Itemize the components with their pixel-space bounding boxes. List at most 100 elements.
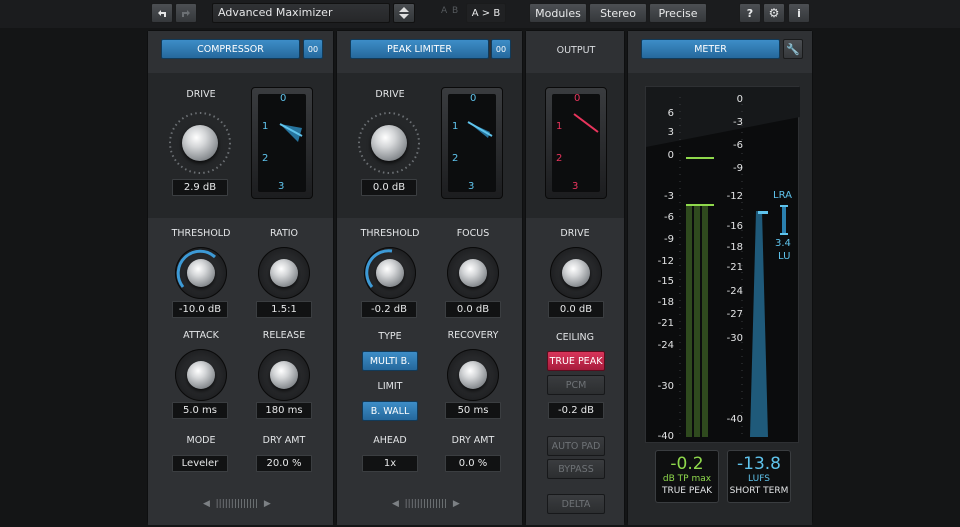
bypass-button[interactable]: BYPASS <box>547 459 605 479</box>
limiter-ahead-select[interactable]: 1x <box>362 455 418 472</box>
compressor-threshold-label: THRESHOLD <box>171 228 231 239</box>
toolbar: Advanced Maximizer A B A > B Modules Ste… <box>0 0 960 28</box>
precise-button[interactable]: Precise <box>649 3 707 23</box>
left-scale-tick: -12 <box>657 256 674 267</box>
compressor-mode-select[interactable]: Leveler <box>172 455 228 472</box>
limiter-header-button[interactable]: PEAK LIMITER <box>350 39 489 59</box>
limiter-drive-knob[interactable] <box>356 110 422 176</box>
help-button[interactable]: ? <box>739 3 761 23</box>
compressor-link-button[interactable]: 00 <box>303 39 323 59</box>
a-to-b-button[interactable]: A > B <box>466 3 506 23</box>
compressor-scroll-bar[interactable]: ◀ |||||||||||||| ▶ <box>203 499 271 509</box>
compressor-dry-amt-label: DRY AMT <box>262 435 306 446</box>
compressor-release-label: RELEASE <box>262 330 306 341</box>
compressor-attack-label: ATTACK <box>183 330 219 341</box>
meter-settings-button[interactable]: 🔧 <box>783 39 803 59</box>
output-ceiling-label: CEILING <box>556 332 594 343</box>
right-scale-tick: -16 <box>726 221 743 232</box>
compressor-release-value[interactable]: 180 ms <box>256 402 312 419</box>
compressor-attack-knob[interactable] <box>175 349 227 401</box>
limiter-threshold-value[interactable]: -0.2 dB <box>361 301 417 318</box>
output-drive-knob[interactable] <box>550 247 602 299</box>
output-vu-meter: 0 1 2 3 <box>545 87 607 199</box>
vu-tick-3: 3 <box>468 181 475 192</box>
limiter-type-button[interactable]: MULTI B. <box>362 351 418 371</box>
vu-tick-0: 0 <box>470 93 477 104</box>
output-drive-label: DRIVE <box>560 228 590 239</box>
short-term-unit: LUFS <box>748 474 770 484</box>
preset-up-icon[interactable] <box>399 7 409 12</box>
limiter-vu-meter: 0 1 2 3 <box>441 87 503 199</box>
right-scale-tick: 0 <box>736 94 743 105</box>
compressor-header-button[interactable]: COMPRESSOR <box>161 39 300 59</box>
left-scale-tick: 3 <box>667 127 674 138</box>
true-peak-button[interactable]: TRUE PEAK <box>547 351 605 371</box>
compressor-drive-knob[interactable] <box>167 110 233 176</box>
left-scale-tick: -9 <box>664 234 674 245</box>
ab-toggle[interactable]: A B <box>441 6 459 16</box>
limiter-focus-value[interactable]: 0.0 dB <box>445 301 501 318</box>
undo-icon <box>158 10 166 17</box>
compressor-ratio-label: RATIO <box>269 228 299 239</box>
limiter-type-label: TYPE <box>378 331 402 342</box>
true-peak-label: TRUE PEAK <box>661 486 713 496</box>
modules-button[interactable]: Modules <box>529 3 587 23</box>
left-scale-tick: -15 <box>657 276 674 287</box>
right-scale-tick: -27 <box>726 309 743 320</box>
output-title: OUTPUT <box>556 45 596 56</box>
vu-tick-2: 2 <box>452 153 459 164</box>
compressor-drive-value[interactable]: 2.9 dB <box>172 179 228 196</box>
left-scale-tick: -40 <box>657 431 674 442</box>
preset-down-icon[interactable] <box>399 14 409 19</box>
compressor-threshold-knob[interactable] <box>175 247 227 299</box>
compressor-ratio-value[interactable]: 1.5:1 <box>256 301 312 318</box>
info-button[interactable]: i <box>788 3 810 23</box>
redo-button[interactable] <box>175 3 197 23</box>
compressor-dry-amt-value[interactable]: 20.0 % <box>256 455 312 472</box>
left-scale-tick: -18 <box>657 297 674 308</box>
preset-stepper[interactable] <box>393 3 415 23</box>
compressor-ratio-knob[interactable] <box>258 247 310 299</box>
short-term-readout[interactable]: -13.8 LUFS SHORT TERM <box>727 450 791 503</box>
meter-header-button[interactable]: METER <box>641 39 780 59</box>
vu-tick-2: 2 <box>262 153 269 164</box>
compressor-attack-value[interactable]: 5.0 ms <box>172 402 228 419</box>
output-drive-value[interactable]: 0.0 dB <box>548 301 604 318</box>
preset-name-field[interactable]: Advanced Maximizer <box>212 3 390 23</box>
stereo-button[interactable]: Stereo <box>589 3 647 23</box>
right-scale-tick: -30 <box>726 333 743 344</box>
limiter-limit-label: LIMIT <box>377 381 403 392</box>
limiter-focus-knob[interactable] <box>447 247 499 299</box>
true-peak-value: -0.2 <box>670 454 704 474</box>
short-term-label: SHORT TERM <box>729 486 789 496</box>
limiter-threshold-knob[interactable] <box>364 247 416 299</box>
wrench-icon: 🔧 <box>786 42 800 56</box>
settings-button[interactable]: ⚙ <box>763 3 785 23</box>
vu-tick-2: 2 <box>556 153 563 164</box>
limiter-link-button[interactable]: 00 <box>491 39 511 59</box>
vu-tick-0: 0 <box>280 93 287 104</box>
limiter-focus-label: FOCUS <box>456 228 490 239</box>
undo-button[interactable] <box>151 3 173 23</box>
limiter-recovery-knob[interactable] <box>447 349 499 401</box>
limiter-ahead-label: AHEAD <box>373 435 407 446</box>
compressor-release-knob[interactable] <box>258 349 310 401</box>
limiter-limit-button[interactable]: B. WALL <box>362 401 418 421</box>
compressor-threshold-value[interactable]: -10.0 dB <box>172 301 228 318</box>
output-ceiling-value[interactable]: -0.2 dB <box>548 402 604 419</box>
needle-icon <box>467 121 493 138</box>
delta-button[interactable]: DELTA <box>547 494 605 514</box>
right-scale-tick: -9 <box>733 163 743 174</box>
limiter-recovery-label: RECOVERY <box>447 330 499 341</box>
auto-pad-button[interactable]: AUTO PAD <box>547 436 605 456</box>
limiter-scroll-bar[interactable]: ◀ |||||||||||||| ▶ <box>392 499 460 509</box>
limiter-dry-amt-value[interactable]: 0.0 % <box>445 455 501 472</box>
lra-unit: LU <box>778 251 791 262</box>
limiter-drive-value[interactable]: 0.0 dB <box>361 179 417 196</box>
pcm-button[interactable]: PCM <box>547 375 605 395</box>
vu-tick-1: 1 <box>452 121 459 132</box>
limiter-recovery-value[interactable]: 50 ms <box>445 402 501 419</box>
true-peak-unit: dB TP max <box>662 474 712 484</box>
limiter-drive-label: DRIVE <box>375 89 405 100</box>
true-peak-readout[interactable]: -0.2 dB TP max TRUE PEAK <box>655 450 719 503</box>
